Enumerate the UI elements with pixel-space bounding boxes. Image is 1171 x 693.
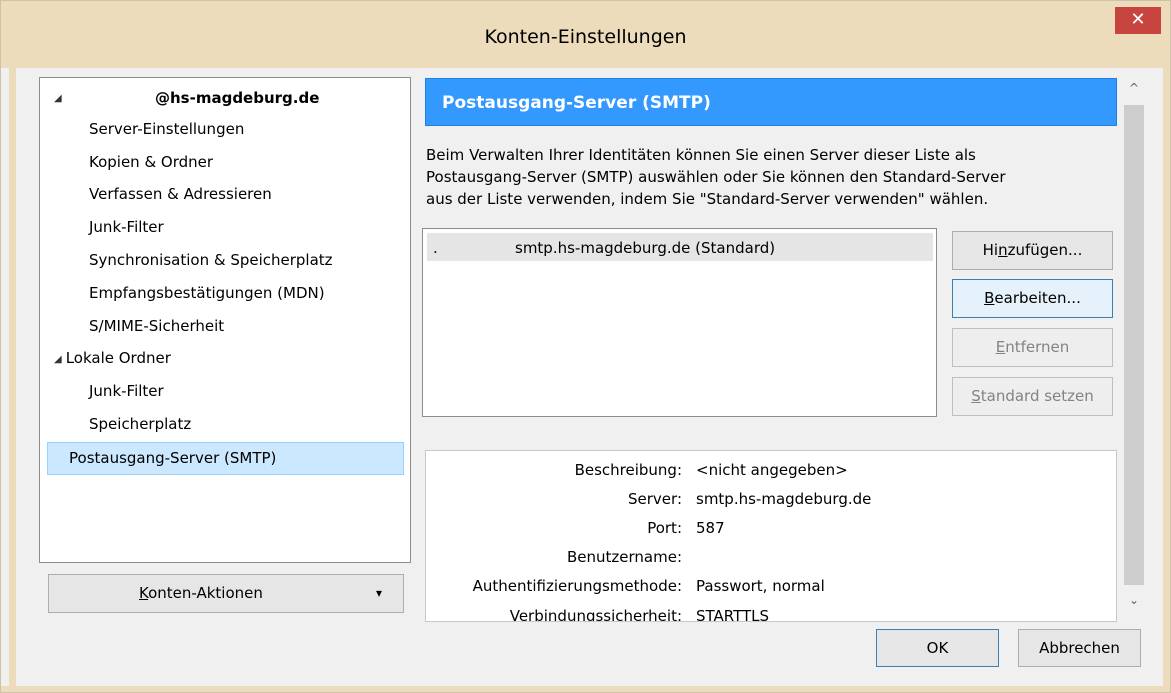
edit-server-button[interactable]: Bearbeiten... (952, 279, 1113, 318)
tree-item-account[interactable]: ◢ @hs-magdeburg.de (54, 83, 394, 113)
detail-row-auth-method: Authentifizierungsmethode: Passwort, nor… (472, 577, 825, 595)
account-actions-label: Konten-Aktionen (139, 584, 263, 602)
vertical-scrollbar[interactable]: ^ ⌄ (1122, 77, 1146, 621)
description-line: aus der Liste verwenden, indem Sie "Stan… (426, 190, 989, 208)
panel-header: Postausgang-Server (SMTP) (425, 78, 1117, 126)
expand-arrow-icon[interactable]: ◢ (54, 354, 62, 365)
account-actions-button[interactable]: Konten-Aktionen ▾ (48, 574, 404, 613)
tree-item-label: @hs-magdeburg.de (155, 89, 320, 107)
close-icon: ✕ (1130, 9, 1146, 30)
detail-row-description: Beschreibung: <nicht angegeben> (574, 461, 848, 479)
panel-description: Beim Verwalten Ihrer Identitäten können … (426, 144, 1116, 210)
detail-row-connection-security: Verbindungssicherheit: STARTTLS (509, 607, 770, 622)
description-line: Beim Verwalten Ihrer Identitäten können … (426, 146, 976, 164)
expand-arrow-icon[interactable]: ◢ (54, 84, 62, 114)
tree-item-compose-addressing[interactable]: Verfassen & Adressieren (89, 179, 272, 209)
dialog-window: Konten-Einstellungen ✕ ◢ @hs-magdeburg.d… (0, 0, 1171, 693)
frame-bottom (1, 686, 1170, 692)
detail-row-username: Benutzername: (566, 548, 682, 566)
panel-title: Postausgang-Server (SMTP) (442, 93, 711, 113)
server-details: Beschreibung: <nicht angegeben> Server: … (425, 450, 1117, 622)
tree-item-smime-security[interactable]: S/MIME-Sicherheit (89, 311, 224, 341)
tree-item-server-settings[interactable]: Server-Einstellungen (89, 114, 244, 144)
remove-server-button[interactable]: Entfernen (952, 328, 1113, 367)
detail-row-server: Server: smtp.hs-magdeburg.de (628, 490, 872, 508)
tree-item-copies-folders[interactable]: Kopien & Ordner (89, 147, 213, 177)
tree-item-return-receipts[interactable]: Empfangsbestätigungen (MDN) (89, 278, 325, 308)
description-line: Postausgang-Server (SMTP) auswählen oder… (426, 168, 1006, 186)
frame-left (9, 68, 16, 687)
tree-item-local-junk-filter[interactable]: Junk-Filter (89, 376, 164, 406)
set-default-button[interactable]: Standard setzen (952, 377, 1113, 416)
close-button[interactable]: ✕ (1115, 7, 1161, 34)
tree-item-outgoing-server[interactable]: Postausgang-Server (SMTP) (69, 443, 276, 473)
tree-item-junk-filter[interactable]: Junk-Filter (89, 212, 164, 242)
detail-row-port: Port: 587 (647, 519, 725, 537)
frame-right (1163, 68, 1170, 687)
server-prefix: . (433, 239, 438, 257)
add-server-button[interactable]: Hinzufügen... (952, 231, 1113, 270)
tree-item-sync-storage[interactable]: Synchronisation & Speicherplatz (89, 245, 333, 275)
smtp-server-list[interactable]: . smtp.hs-magdeburg.de (Standard) (422, 228, 937, 417)
account-tree[interactable]: ◢ @hs-magdeburg.de Server-Einstellungen … (39, 77, 411, 563)
tree-item-local-storage[interactable]: Speicherplatz (89, 409, 191, 439)
title-bar[interactable]: Konten-Einstellungen ✕ (1, 1, 1170, 68)
window-title: Konten-Einstellungen (484, 26, 687, 48)
dropdown-arrow-icon: ▾ (376, 586, 383, 600)
server-name: smtp.hs-magdeburg.de (Standard) (515, 239, 776, 257)
scroll-up-icon[interactable]: ^ (1122, 81, 1146, 95)
tree-item-local-folders[interactable]: ◢ Lokale Ordner (54, 343, 171, 373)
scroll-down-icon[interactable]: ⌄ (1122, 593, 1146, 607)
scroll-thumb[interactable] (1124, 105, 1144, 585)
tree-item-label: Lokale Ordner (65, 349, 171, 367)
ok-button[interactable]: OK (876, 629, 999, 667)
cancel-button[interactable]: Abbrechen (1018, 629, 1141, 667)
list-item[interactable]: . smtp.hs-magdeburg.de (Standard) (427, 233, 933, 261)
